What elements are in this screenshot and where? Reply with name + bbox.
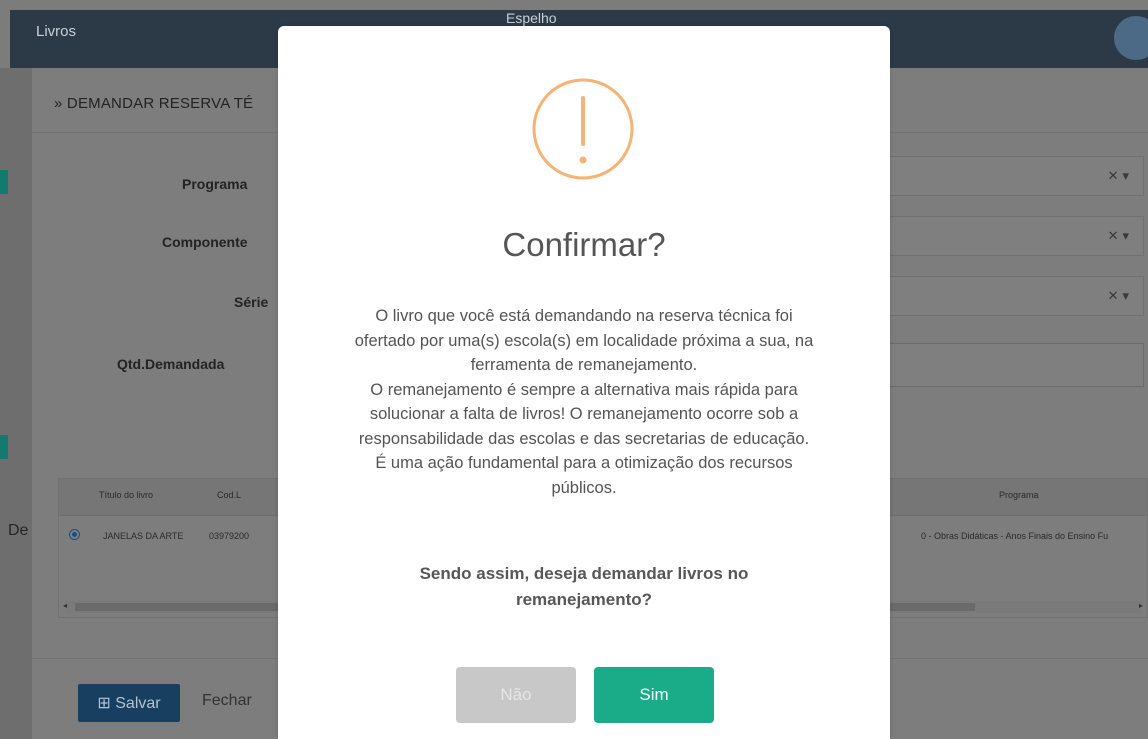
message-line: públicos. xyxy=(551,478,617,497)
componente-select[interactable]: ✕▾ xyxy=(858,216,1144,256)
save-button[interactable]: ⊞ Salvar xyxy=(78,684,180,722)
qtd-input[interactable] xyxy=(858,343,1144,387)
row-radio-button[interactable] xyxy=(69,529,80,540)
app-title: Livros xyxy=(36,23,77,40)
column-header: Título do livro xyxy=(99,490,154,500)
clear-chevron-icon[interactable]: ✕▾ xyxy=(1108,168,1133,184)
serie-label: Série xyxy=(234,294,269,310)
close-button[interactable]: Fechar xyxy=(202,692,252,710)
question-line: Sendo assim, deseja demandar livros no xyxy=(419,564,749,583)
side-tab-marker xyxy=(0,435,8,459)
qtd-label: Qtd.Demandada xyxy=(117,356,225,372)
table-cell: 03979200 xyxy=(209,531,250,541)
save-button-label: Salvar xyxy=(115,695,161,712)
table-cell: 0 - Obras Didáticas - Anos Finais do Ens… xyxy=(921,531,1109,541)
serie-select[interactable]: ✕▾ xyxy=(858,276,1144,316)
column-header: Cod.L xyxy=(217,490,242,500)
message-line: O livro que você está demandando na rese… xyxy=(375,307,793,325)
message-line: ferramenta de remanejamento. xyxy=(470,356,698,374)
message-line: ofertado por uma(s) escola(s) em localid… xyxy=(354,331,814,350)
componente-label: Componente xyxy=(162,234,248,250)
form-modal-title: » DEMANDAR RESERVA TÉ xyxy=(54,95,254,112)
clear-chevron-icon[interactable]: ✕▾ xyxy=(1108,288,1133,304)
table-cell: JANELAS DA ARTE xyxy=(103,531,184,541)
programa-label: Programa xyxy=(182,176,248,192)
page-left-strip: De xyxy=(0,68,32,739)
message-line: O remanejamento é sempre a alternativa m… xyxy=(370,380,798,399)
exclamation-circle-icon xyxy=(532,78,634,180)
column-header: Programa xyxy=(999,490,1039,500)
confirm-dialog: Confirmar? O livro que você está demanda… xyxy=(278,26,890,739)
dialog-question: Sendo assim, deseja demandar livros no r… xyxy=(338,561,830,613)
side-tab-marker xyxy=(0,170,8,194)
save-icon: ⊞ xyxy=(97,695,116,712)
scroll-left-icon[interactable]: ◂ xyxy=(63,601,67,610)
message-line: É uma ação fundamental para a otimização… xyxy=(375,454,793,472)
dialog-title: Confirmar? xyxy=(502,226,666,263)
question-line: remanejamento? xyxy=(515,590,653,609)
clear-chevron-icon[interactable]: ✕▾ xyxy=(1108,228,1133,244)
user-avatar[interactable] xyxy=(1114,16,1148,60)
espelho-menu-item[interactable]: Espelho xyxy=(506,10,557,26)
cancel-button[interactable]: Não xyxy=(456,667,576,723)
message-line: solucionar a falta de livros! O remaneja… xyxy=(369,405,799,423)
scroll-right-icon[interactable]: ▸ xyxy=(1139,601,1143,610)
dialog-message: O livro que você está demandando na rese… xyxy=(298,304,870,500)
message-line: responsabilidade das escolas e das secre… xyxy=(358,429,810,448)
programa-select[interactable]: 0] ✕▾ xyxy=(858,156,1144,196)
confirm-button[interactable]: Sim xyxy=(594,667,714,723)
background-fragment-text: De xyxy=(8,522,29,539)
